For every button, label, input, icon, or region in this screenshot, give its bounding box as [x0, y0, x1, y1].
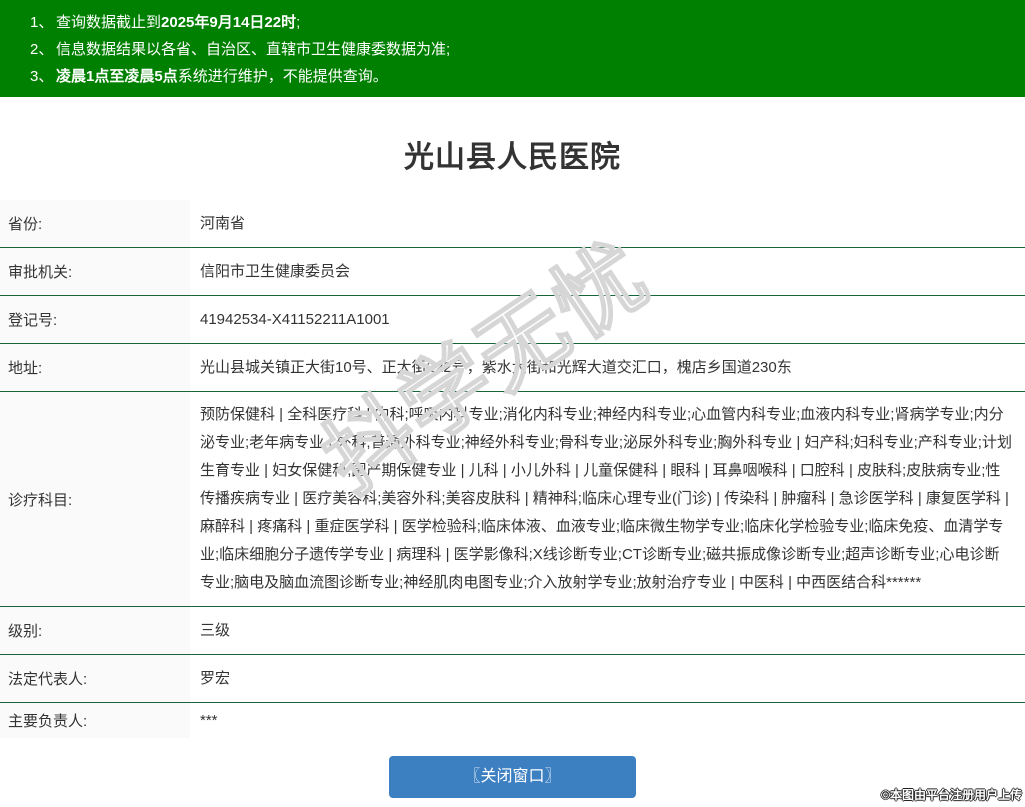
row-label: 主要负责人: [0, 703, 190, 738]
row-value: 41942534-X41152211A1001 [190, 296, 1025, 344]
row-label: 地址: [0, 344, 190, 391]
table-row-registration-number: 登记号: 41942534-X41152211A1001 [0, 296, 1025, 344]
notice-text-bold: 2025年9月14日22时 [161, 14, 296, 31]
notice-number: 2、 [30, 36, 56, 63]
notice-text-bold: 凌晨1点至凌晨5点 [56, 68, 178, 85]
table-row-medical-departments: 诊疗科目: 预防保健科 | 全科医疗科 | 内科;呼吸内科专业;消化内科专业;神… [0, 392, 1025, 607]
title-section: 光山县人民医院 [0, 97, 1025, 200]
row-value: *** [190, 697, 1025, 745]
row-label: 审批机关: [0, 248, 190, 295]
button-section: 〖关闭窗口〗 [0, 756, 1025, 798]
row-value: 罗宏 [190, 655, 1025, 703]
row-label: 法定代表人: [0, 655, 190, 702]
table-row-province: 省份: 河南省 [0, 200, 1025, 248]
notice-number: 1、 [30, 9, 56, 36]
notice-text: 信息数据结果以各省、自治区、直辖市卫生健康委数据为准; [56, 41, 450, 58]
row-value: 光山县城关镇正大街10号、正大街222号，紫水大街和光辉大道交汇口，槐店乡国道2… [190, 344, 1025, 392]
row-label: 诊疗科目: [0, 392, 190, 606]
close-window-button[interactable]: 〖关闭窗口〗 [389, 756, 636, 798]
notice-text: 系统进行维护，不能提供查询。 [178, 68, 388, 85]
table-row-address: 地址: 光山县城关镇正大街10号、正大街222号，紫水大街和光辉大道交汇口，槐店… [0, 344, 1025, 392]
table-row-person-in-charge: 主要负责人: *** [0, 703, 1025, 738]
table-row-approval-authority: 审批机关: 信阳市卫生健康委员会 [0, 248, 1025, 296]
notice-banner: 1、查询数据截止到2025年9月14日22时; 2、信息数据结果以各省、自治区、… [0, 0, 1025, 97]
notice-text: ; [296, 14, 300, 31]
row-value: 三级 [190, 607, 1025, 655]
notice-line-1: 1、查询数据截止到2025年9月14日22时; [30, 9, 1015, 36]
notice-line-2: 2、信息数据结果以各省、自治区、直辖市卫生健康委数据为准; [30, 36, 1015, 63]
row-label: 级别: [0, 607, 190, 654]
page-title: 光山县人民医院 [0, 132, 1025, 176]
row-value: 预防保健科 | 全科医疗科 | 内科;呼吸内科专业;消化内科专业;神经内科专业;… [190, 392, 1025, 606]
notice-line-3: 3、凌晨1点至凌晨5点系统进行维护，不能提供查询。 [30, 63, 1015, 90]
table-row-level: 级别: 三级 [0, 607, 1025, 655]
notice-text: 查询数据截止到 [56, 14, 161, 31]
row-value: 信阳市卫生健康委员会 [190, 248, 1025, 296]
row-label: 登记号: [0, 296, 190, 343]
notice-number: 3、 [30, 63, 56, 90]
row-value: 河南省 [190, 200, 1025, 248]
hospital-info-table: 省份: 河南省 审批机关: 信阳市卫生健康委员会 登记号: 41942534-X… [0, 200, 1025, 738]
row-label: 省份: [0, 200, 190, 247]
